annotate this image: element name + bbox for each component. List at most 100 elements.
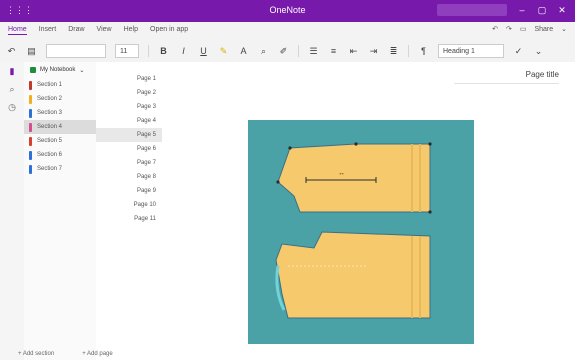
- section-item[interactable]: Section 5: [24, 134, 96, 148]
- menu-tab-home[interactable]: Home: [8, 26, 27, 35]
- section-item[interactable]: Section 7: [24, 162, 96, 176]
- notebook-color-icon: [30, 67, 36, 73]
- page-title[interactable]: Page title: [454, 70, 559, 84]
- add-page-button[interactable]: + Add page: [82, 351, 113, 357]
- bold-icon[interactable]: B: [158, 46, 169, 57]
- menu-tab-help[interactable]: Help: [124, 26, 138, 35]
- align-icon[interactable]: ≣: [388, 46, 399, 57]
- font-color-icon[interactable]: A: [238, 46, 249, 57]
- underline-icon[interactable]: U: [198, 46, 209, 57]
- section-label: Section 5: [37, 138, 63, 144]
- notebook-header[interactable]: My Notebook ⌄: [24, 62, 96, 78]
- ribbon: ↶ ▤ 11 B I U ✎ A ⌕ ✐ ☰ ≡ ⇤ ⇥ ≣ ¶ Heading…: [0, 40, 575, 63]
- ribbon-items: ↶ ▤ 11 B I U ✎ A ⌕ ✐ ☰ ≡ ⇤ ⇥ ≣ ¶ Heading…: [6, 44, 544, 58]
- pages-top-spacer: [96, 62, 162, 72]
- menu-open-in-app[interactable]: Open in app: [150, 26, 188, 35]
- notebook-name: My Notebook: [40, 67, 76, 73]
- undo-ribbon-icon[interactable]: ↶: [6, 46, 17, 57]
- nav-footer: + Add section + Add page: [0, 348, 180, 360]
- ribbon-separator: [298, 45, 299, 57]
- pattern-point: [288, 146, 292, 150]
- notebooks-icon[interactable]: ▮: [0, 62, 24, 80]
- section-label: Section 6: [37, 152, 63, 158]
- numbering-icon[interactable]: ≡: [328, 46, 339, 57]
- menu-tabs: Home Insert Draw View Help Open in app: [8, 26, 188, 35]
- format-painter-icon[interactable]: ⌕: [258, 46, 269, 57]
- outdent-icon[interactable]: ⇤: [348, 46, 359, 57]
- page-label: Page 6: [136, 146, 156, 152]
- section-list: Section 1 Section 2 Section 3 Section 4 Sect…: [24, 78, 96, 176]
- tag-icon[interactable]: ✓: [513, 46, 524, 57]
- font-size-select[interactable]: 11: [115, 44, 139, 58]
- ribbon-separator: [148, 45, 149, 57]
- section-item[interactable]: Section 2: [24, 92, 96, 106]
- page-item[interactable]: Page 2: [96, 86, 162, 100]
- undo-icon[interactable]: ↶: [492, 25, 498, 33]
- section-item[interactable]: Section 6: [24, 148, 96, 162]
- clear-format-icon[interactable]: ✐: [278, 46, 289, 57]
- page-item[interactable]: Page 4: [96, 114, 162, 128]
- section-item[interactable]: Section 1: [24, 78, 96, 92]
- notebook-rail: ▮ ⌕ ◷: [0, 62, 25, 360]
- section-color-icon: [29, 122, 32, 132]
- section-label: Section 7: [37, 166, 63, 172]
- close-icon[interactable]: ✕: [557, 5, 567, 15]
- page-label: Page 1: [136, 76, 156, 82]
- page-label: Page 7: [136, 160, 156, 166]
- more-chevron-icon[interactable]: ⌄: [533, 46, 544, 57]
- highlight-icon[interactable]: ✎: [218, 46, 229, 57]
- font-name-select[interactable]: [46, 44, 106, 58]
- pattern-point: [428, 142, 432, 146]
- section-label: Section 4: [37, 124, 63, 130]
- menu-tab-draw[interactable]: Draw: [68, 26, 84, 35]
- page-item[interactable]: Page 7: [96, 156, 162, 170]
- page-item[interactable]: Page 8: [96, 170, 162, 184]
- comment-icon[interactable]: ▭: [520, 25, 527, 33]
- title-bar: ⋮⋮⋮ OneNote – ▢ ✕: [0, 0, 575, 22]
- page-label: Page 3: [136, 104, 156, 110]
- pattern-point: [428, 210, 432, 214]
- menu-right: ↶ ↷ ▭ Share ⌄: [492, 25, 567, 34]
- section-label: Section 3: [37, 110, 63, 116]
- page-item[interactable]: Page 5: [96, 128, 162, 142]
- italic-icon[interactable]: I: [178, 46, 189, 57]
- page-item[interactable]: Page 3: [96, 100, 162, 114]
- rtl-icon[interactable]: ¶: [418, 46, 429, 57]
- page-item[interactable]: Page 6: [96, 142, 162, 156]
- menu-row: Home Insert Draw View Help Open in app ↶…: [0, 22, 575, 40]
- pattern-point: [354, 142, 358, 146]
- title-search-box[interactable]: [437, 4, 507, 16]
- ribbon-separator: [408, 45, 409, 57]
- section-item[interactable]: Section 4: [24, 120, 96, 134]
- add-section-button[interactable]: + Add section: [18, 351, 54, 357]
- style-select[interactable]: Heading 1: [438, 44, 504, 58]
- page-label: Page 10: [133, 202, 156, 208]
- recent-icon[interactable]: ◷: [0, 98, 24, 116]
- bullets-icon[interactable]: ☰: [308, 46, 319, 57]
- dimension-label: ↔: [338, 170, 345, 177]
- title-right: – ▢ ✕: [437, 4, 567, 16]
- page-canvas[interactable]: Page title ↔: [162, 62, 575, 360]
- maximize-icon[interactable]: ▢: [537, 5, 547, 15]
- redo-icon[interactable]: ↷: [506, 25, 512, 33]
- page-item[interactable]: Page 10: [96, 198, 162, 212]
- pattern-piece-bottom: [275, 231, 431, 319]
- menu-tab-insert[interactable]: Insert: [39, 26, 57, 35]
- pattern-point: [276, 180, 280, 184]
- search-icon[interactable]: ⌕: [0, 80, 24, 98]
- page-label: Page 4: [136, 118, 156, 124]
- share-button[interactable]: Share: [534, 26, 553, 33]
- pattern-piece-top: [277, 143, 431, 213]
- clipboard-icon[interactable]: ▤: [26, 46, 37, 57]
- page-label: Page 8: [136, 174, 156, 180]
- page-item[interactable]: Page 11: [96, 212, 162, 226]
- indent-icon[interactable]: ⇥: [368, 46, 379, 57]
- menu-tab-view[interactable]: View: [97, 26, 112, 35]
- minimize-icon[interactable]: –: [517, 5, 527, 15]
- page-label: Page 2: [136, 90, 156, 96]
- chevron-down-icon[interactable]: ⌄: [561, 25, 567, 33]
- pages-pane: Page 1 Page 2 Page 3 Page 4 Page 5 Page 6 Page…: [96, 62, 163, 360]
- page-item[interactable]: Page 9: [96, 184, 162, 198]
- page-item[interactable]: Page 1: [96, 72, 162, 86]
- section-item[interactable]: Section 3: [24, 106, 96, 120]
